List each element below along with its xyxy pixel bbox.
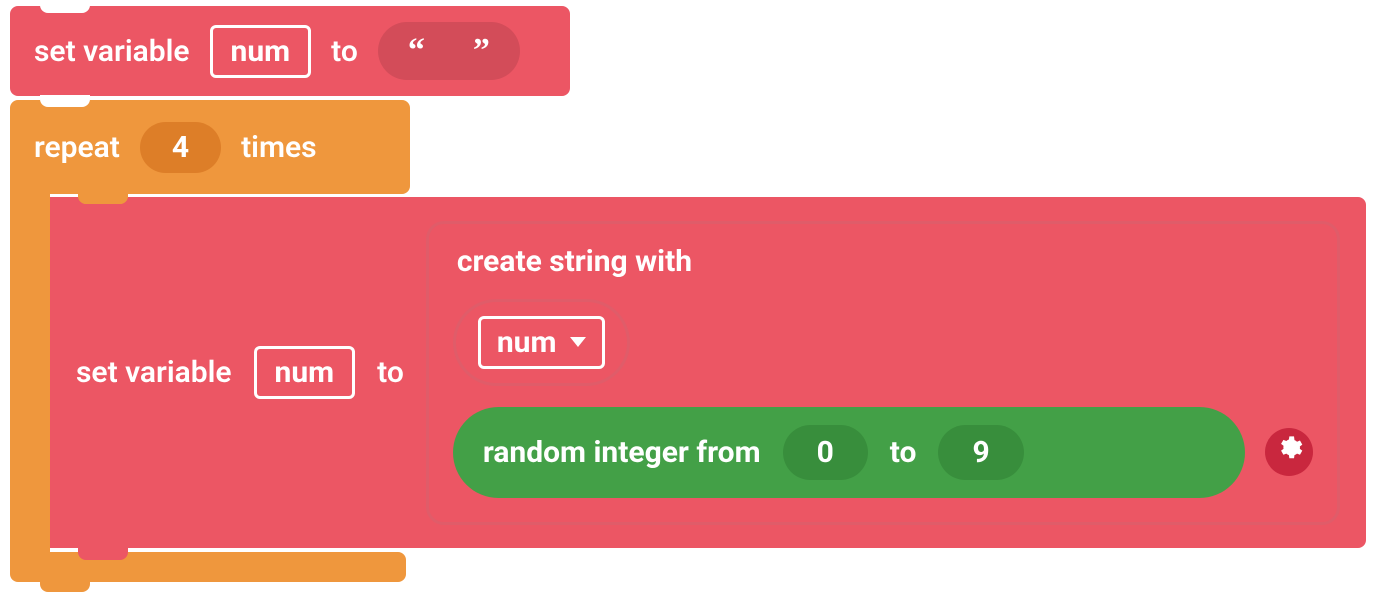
label-create-string-with: create string with xyxy=(453,244,1313,279)
random-from-input[interactable]: 0 xyxy=(783,425,868,480)
set-variable-block-nested[interactable]: set variable num to create string with n… xyxy=(50,197,1366,548)
create-string-block[interactable]: create string with num random integer fr… xyxy=(426,221,1340,525)
label-set-variable: set variable xyxy=(76,355,232,390)
set-variable-block[interactable]: set variable num to xyxy=(10,6,570,96)
label-repeat: repeat xyxy=(34,130,120,165)
quote-close-icon xyxy=(473,32,490,70)
label-to: to xyxy=(377,355,404,390)
label-to: to xyxy=(890,435,917,470)
chevron-down-icon xyxy=(570,337,586,347)
repeat-count-input[interactable]: 4 xyxy=(140,122,221,173)
variable-dropdown-inner: num xyxy=(478,316,606,369)
variable-name-field[interactable]: num xyxy=(254,346,356,399)
label-random-integer-from: random integer from xyxy=(483,435,761,470)
block-workspace: set variable num to repeat 4 times set v… xyxy=(0,0,1378,592)
quote-open-icon xyxy=(408,32,425,70)
label-times: times xyxy=(241,130,317,165)
variable-dropdown[interactable]: num xyxy=(453,299,631,386)
dropdown-value: num xyxy=(497,325,557,360)
repeat-block-foot xyxy=(10,552,406,582)
random-integer-block[interactable]: random integer from 0 to 9 xyxy=(453,407,1245,498)
variable-name-field[interactable]: num xyxy=(210,25,312,78)
gear-icon xyxy=(1275,434,1303,470)
repeat-block-arm xyxy=(10,194,50,552)
block-settings-button[interactable] xyxy=(1265,428,1313,476)
create-string-row-2: random integer from 0 to 9 xyxy=(453,407,1313,498)
label-to: to xyxy=(331,34,358,69)
random-to-input[interactable]: 9 xyxy=(938,425,1023,480)
repeat-block-head: repeat 4 times xyxy=(10,100,410,194)
string-literal-input[interactable] xyxy=(378,22,520,80)
label-set-variable: set variable xyxy=(34,34,190,69)
